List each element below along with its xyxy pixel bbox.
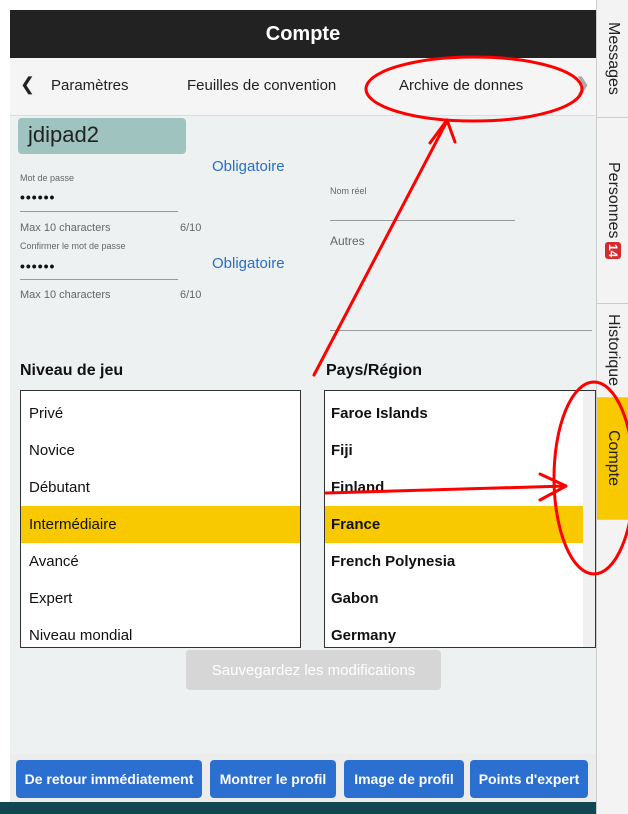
show-profile-button[interactable]: Montrer le profil (210, 760, 336, 798)
country-scrollbar[interactable] (583, 391, 595, 647)
password-label: Mot de passe (20, 173, 75, 183)
level-option[interactable]: Expert (21, 580, 300, 617)
country-option[interactable]: Germany (325, 617, 583, 647)
window-title: Compte (10, 10, 596, 58)
level-option[interactable]: Avancé (21, 543, 300, 580)
expert-points-button[interactable]: Points d'expert (470, 760, 588, 798)
chevron-left-icon[interactable]: ❮ (20, 74, 35, 95)
save-changes-button[interactable]: Sauvegardez les modifications (186, 650, 441, 690)
account-window: Compte ❮ Paramètres Feuilles de conventi… (10, 10, 596, 802)
bottom-toolbar: De retour immédiatement Montrer le profi… (10, 754, 596, 802)
password-count: 6/10 (180, 222, 202, 234)
others-field[interactable] (330, 330, 592, 331)
tab-archive-de-donnes[interactable]: Archive de donnes (399, 77, 523, 94)
level-option[interactable]: Novice (21, 432, 300, 469)
level-heading: Niveau de jeu (20, 362, 124, 379)
level-option[interactable]: Intermédiaire (21, 506, 300, 543)
profile-image-button[interactable]: Image de profil (344, 760, 464, 798)
country-option[interactable]: Fiji (325, 432, 583, 469)
sidebar-item-messages[interactable]: Messages (597, 0, 628, 118)
sidebar-item-label: Personnes (605, 161, 622, 239)
sidebar-item-label: Historique (605, 314, 622, 387)
confirm-password-count: 6/10 (180, 289, 202, 301)
sidebar-item-label: Compte (605, 430, 622, 487)
bottom-strip (0, 802, 596, 814)
tab-parametres[interactable]: Paramètres (51, 77, 129, 94)
level-option[interactable]: Privé (21, 395, 300, 432)
sidebar-item-compte[interactable]: Compte (597, 398, 628, 520)
confirm-password-field[interactable]: •••••• (20, 258, 55, 274)
country-option[interactable]: Finland (325, 469, 583, 506)
country-option[interactable]: French Polynesia (325, 543, 583, 580)
sidebar-item-label: Messages (605, 22, 622, 95)
notification-badge: 14 (605, 242, 621, 260)
others-label: Autres (330, 234, 365, 248)
username-display: jdipad2 (18, 118, 186, 154)
sidebar-tabs: Messages Personnes 14 Historique Compte (596, 0, 628, 814)
country-option[interactable]: Faroe Islands (325, 395, 583, 432)
country-heading: Pays/Région (326, 362, 423, 379)
confirm-password-underline (20, 279, 178, 280)
confirm-password-hint: Max 10 characters (20, 289, 111, 301)
chevron-right-icon[interactable]: ❯ (575, 74, 590, 95)
real-name-label: Nom réel (330, 186, 367, 196)
sidebar-item-historique[interactable]: Historique (597, 304, 628, 398)
password-hint: Max 10 characters (20, 222, 111, 234)
real-name-field[interactable] (330, 220, 515, 221)
sidebar-item-personnes[interactable]: Personnes 14 (597, 118, 628, 304)
country-listbox: Faroe Islands Fiji Finland France French Pol… (324, 390, 596, 648)
confirm-password-label: Confirmer le mot de passe (20, 241, 126, 251)
password-required: Obligatoire (212, 158, 285, 175)
tab-feuilles-de-convention[interactable]: Feuilles de convention (187, 77, 336, 94)
tab-bar: ❮ Paramètres Feuilles de convention Arch… (10, 58, 596, 116)
password-field[interactable]: •••••• (20, 189, 55, 205)
level-listbox: Privé Novice Débutant Intermédiaire Avancé Ex… (20, 390, 301, 648)
country-option[interactable]: France (325, 506, 583, 543)
level-option[interactable]: Niveau mondial (21, 617, 300, 647)
country-option[interactable]: Gabon (325, 580, 583, 617)
return-immediately-button[interactable]: De retour immédiatement (16, 760, 202, 798)
confirm-password-required: Obligatoire (212, 255, 285, 272)
password-underline (20, 211, 178, 212)
level-option[interactable]: Débutant (21, 469, 300, 506)
